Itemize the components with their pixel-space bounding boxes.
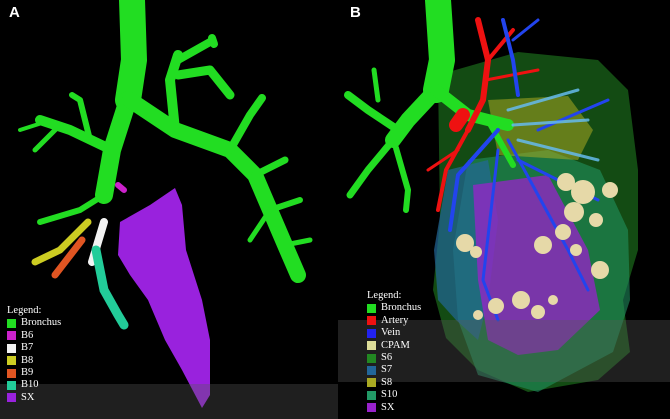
legend-item: B8: [7, 355, 61, 367]
legend-swatch: [367, 353, 376, 363]
legend-label: B7: [21, 342, 34, 354]
legend-swatch: [367, 316, 376, 326]
legend-swatch: [7, 368, 16, 378]
legend-item: B10: [7, 379, 61, 391]
legend-label: B10: [21, 379, 39, 391]
legend-swatch: [367, 328, 376, 338]
legend-swatch: [7, 319, 16, 329]
legend-swatch: [7, 343, 16, 353]
legend-swatch: [7, 356, 16, 366]
panel-label: B: [350, 4, 361, 21]
legend-swatch: [367, 403, 376, 413]
legend-label: SX: [21, 391, 35, 403]
legend-swatch: [367, 341, 376, 351]
legend-label: Vein: [381, 327, 401, 339]
legend-label: B8: [21, 354, 34, 366]
legend-item: B6: [7, 330, 61, 342]
legend: Legend: Bronchus Artery Vein CPAM S6 S7 S8 S10 S…: [367, 290, 421, 414]
legend-label: B9: [21, 366, 34, 378]
legend-swatch: [7, 381, 16, 391]
legend-label: CPAM: [381, 339, 410, 351]
legend-item: Bronchus: [7, 317, 61, 329]
legend-title: Legend:: [7, 305, 42, 316]
legend-item: B9: [7, 367, 61, 379]
legend-item: SX: [367, 402, 421, 414]
legend-swatch: [7, 393, 16, 403]
legend-label: S7: [381, 364, 393, 376]
legend-item: Vein: [367, 327, 421, 339]
legend: Legend: Bronchus B6 B7 B8 B9 B10 SX: [7, 305, 61, 404]
legend-label: S6: [381, 351, 393, 363]
legend-label: Artery: [381, 314, 409, 326]
legend-label: Bronchus: [21, 317, 62, 329]
legend-swatch: [367, 366, 376, 376]
legend-item: S6: [367, 352, 421, 364]
legend-swatch: [367, 304, 376, 314]
legend-item: S8: [367, 377, 421, 389]
legend-item: CPAM: [367, 340, 421, 352]
legend-label: SX: [381, 401, 395, 413]
legend-label: S10: [381, 389, 398, 401]
legend-swatch: [7, 331, 16, 341]
panel-label: A: [9, 4, 20, 21]
legend-label: S8: [381, 376, 393, 388]
legend-label: Bronchus: [381, 302, 422, 314]
legend-item: Artery: [367, 315, 421, 327]
legend-item: SX: [7, 392, 61, 404]
legend-title: Legend:: [367, 290, 402, 301]
legend-swatch: [367, 378, 376, 388]
legend-label: B6: [21, 329, 34, 341]
panel-a: A Legend: Bronchus B6 B7 B8 B9 B10 SX: [0, 0, 338, 419]
legend-item: S10: [367, 389, 421, 401]
legend-item: B7: [7, 342, 61, 354]
legend-item: Bronchus: [367, 302, 421, 314]
panel-b: B Legend: Bronchus Artery Vein CPAM S6 S7 S8 S1…: [338, 0, 670, 419]
legend-item: S7: [367, 364, 421, 376]
legend-swatch: [367, 390, 376, 400]
